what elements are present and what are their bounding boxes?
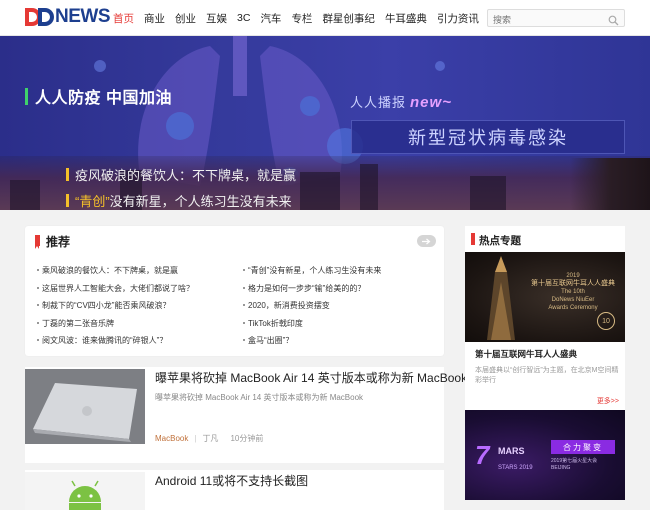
- laptop-image-icon: [25, 369, 145, 444]
- article-card[interactable]: 曝苹果将砍掉 MacBook Air 14 英寸版本或称为新 MacBook 曝…: [25, 367, 467, 463]
- article-thumbnail[interactable]: [25, 472, 145, 510]
- site-logo[interactable]: NEWS: [24, 6, 111, 28]
- nav-auto[interactable]: 汽车: [260, 11, 281, 26]
- poster-text: 2019 第十届互联网牛耳人人盛典 The 10th DoNews NiuEer…: [531, 273, 615, 311]
- hot-topics-header: 热点专题: [465, 226, 625, 252]
- nav-column[interactable]: 专栏: [291, 11, 312, 26]
- list-item[interactable]: 乘风破浪的餐饮人：不下牌桌，就是赢: [25, 265, 230, 276]
- accent-bar: [471, 233, 475, 245]
- bookmark-icon: [35, 235, 40, 249]
- search-icon[interactable]: [608, 13, 619, 31]
- covid-title-box: 新型冠状病毒感染: [351, 120, 625, 154]
- hot-topics-title: 热点专题: [479, 235, 521, 247]
- list-item[interactable]: 丁磊的第二张音乐牌: [25, 318, 230, 329]
- android-robot-icon: [25, 472, 145, 510]
- nav-stars[interactable]: 群星创事纪: [322, 11, 375, 26]
- list-item[interactable]: 2020，新消费投资摆变: [230, 300, 435, 311]
- list-item[interactable]: 盒马“出圈”？: [230, 335, 435, 346]
- mars-title: MARS: [498, 446, 525, 456]
- nav-niuer[interactable]: 牛耳盛典: [385, 11, 427, 26]
- article-card[interactable]: Android 11或将不支持长截图: [25, 470, 444, 510]
- nav-entertainment[interactable]: 互娱: [206, 11, 227, 26]
- hot-topics-panel: 热点专题 2019 第十届互联网牛耳人人盛典 The 10th DoNews N…: [465, 226, 625, 500]
- article-thumbnail[interactable]: [25, 369, 145, 444]
- nav-3c[interactable]: 3C: [237, 12, 250, 24]
- recommend-more-button[interactable]: [417, 235, 436, 247]
- banner-portrait: [570, 158, 650, 210]
- article-title[interactable]: 曝苹果将砍掉 MacBook Air 14 英寸版本或称为新 MacBook: [155, 369, 467, 386]
- nav-startup[interactable]: 创业: [175, 11, 196, 26]
- list-item[interactable]: 阅文风波：谁来做腾讯的“碎银人”？: [25, 335, 230, 346]
- anniversary-badge: 10: [597, 312, 615, 330]
- banner-caption-1[interactable]: 疫风破浪的餐饮人：不下牌桌，就是赢: [66, 165, 296, 184]
- more-link[interactable]: 更多>>: [597, 396, 619, 406]
- list-item[interactable]: “青创”没有新星，个人练习生没有未来: [230, 265, 435, 276]
- topic-poster-mars[interactable]: 7 MARS STARS 2019 合力聚变 2019第七届火星大会 BEIJI…: [465, 410, 625, 500]
- search-input[interactable]: [488, 12, 603, 28]
- main-nav: 首页 商业 创业 互娱 3C 汽车 专栏 群星创事纪 牛耳盛典 引力资讯: [113, 0, 489, 36]
- topic-headline[interactable]: 第十届互联网牛耳人人盛典: [475, 348, 577, 360]
- article-meta: MacBook | 丁凡 10分钟前: [155, 434, 264, 443]
- article-author[interactable]: 丁凡: [202, 434, 218, 443]
- mars-badge: 合力聚变: [551, 440, 615, 454]
- list-item[interactable]: 格力是如何一步步“输”给美的的？: [230, 283, 435, 294]
- list-item[interactable]: TikTok折戟印度: [230, 318, 435, 329]
- nav-gravity[interactable]: 引力资讯: [437, 11, 479, 26]
- renren-broadcast: 人人播报 new~: [350, 94, 452, 111]
- recommend-header: 推荐: [25, 226, 444, 254]
- arrow-right-icon: [422, 238, 431, 244]
- list-item[interactable]: 制裁下的“CV四小龙”能否乘风破浪？: [25, 300, 230, 311]
- mars-caption: 2019第七届火星大会 BEIJING: [551, 458, 598, 471]
- mars-subtitle: STARS 2019: [498, 465, 533, 471]
- search-box: [487, 9, 625, 28]
- mars-number: 7: [475, 440, 490, 470]
- article-title[interactable]: Android 11或将不支持长截图: [155, 472, 308, 489]
- recommend-list: 乘风破浪的餐饮人：不下牌桌，就是赢 “青创”没有新星，个人练习生没有未来 这届世…: [25, 262, 444, 350]
- recommend-title: 推荐: [46, 235, 71, 249]
- banner-caption-2[interactable]: “青创”没有新星，个人练习生没有未来: [66, 191, 292, 210]
- topic-poster-niuer[interactable]: 2019 第十届互联网牛耳人人盛典 The 10th DoNews NiuEer…: [465, 252, 625, 342]
- nav-business[interactable]: 商业: [144, 11, 165, 26]
- list-item[interactable]: 这届世界人工智能大会，大佬们都说了啥？: [25, 283, 230, 294]
- article-tag[interactable]: MacBook: [155, 434, 188, 443]
- banner-slogan: 人人防疫 中国加油: [25, 84, 172, 108]
- article-time: 10分钟前: [230, 434, 264, 443]
- top-header: NEWS 首页 商业 创业 互娱 3C 汽车 专栏 群星创事纪 牛耳盛典 引力资…: [0, 0, 650, 36]
- article-summary: 曝苹果将砍掉 MacBook Air 14 英寸版本或称为新 MacBook: [155, 393, 364, 402]
- nav-home[interactable]: 首页: [113, 11, 134, 26]
- topic-description: 本届盛典以“创行智远”为主题，在北京M空间精彩举行: [475, 367, 619, 384]
- hero-banner[interactable]: 人人防疫 中国加油 人人播报 new~ 新型冠状病毒感染 疫风破浪的餐饮人：不下牌…: [0, 36, 650, 210]
- logo-text: NEWS: [55, 6, 111, 27]
- logo-mark-icon: [24, 6, 54, 28]
- recommend-card: 推荐 乘风破浪的餐饮人：不下牌桌，就是赢 “青创”没有新星，个人练习生没有未来 …: [25, 226, 444, 356]
